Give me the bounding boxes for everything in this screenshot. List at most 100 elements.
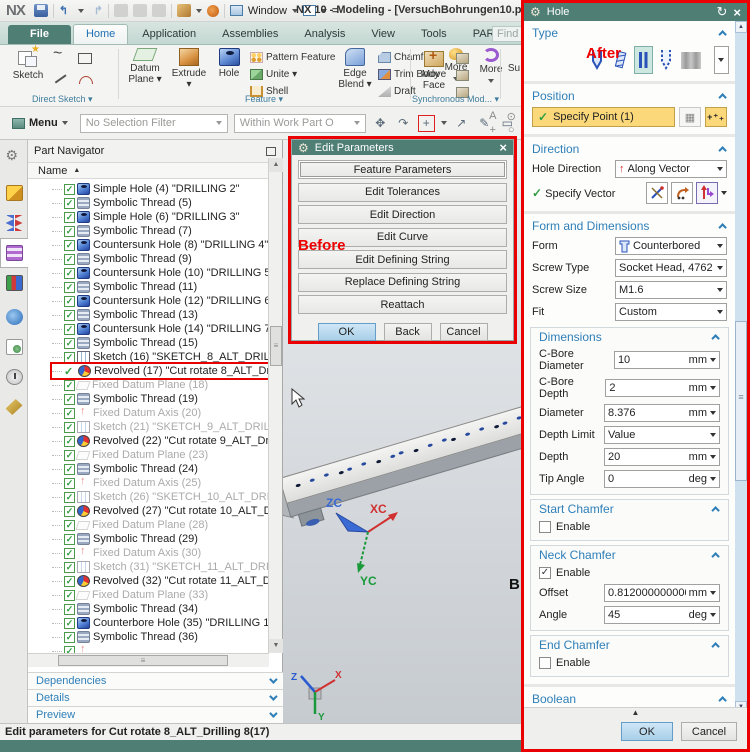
tree-item[interactable]: ✓ Countersunk Hole (14) "DRILLING 7"	[52, 322, 269, 336]
checkbox[interactable]: ✓	[64, 253, 75, 265]
checkbox[interactable]: ✓	[64, 547, 75, 559]
start-chamfer-enable[interactable]: Enable	[531, 518, 728, 536]
checkbox[interactable]: ✓	[64, 295, 75, 307]
scroll-thumb[interactable]: ≡	[270, 326, 282, 366]
hole-direction-dropdown[interactable]: ↑ Along Vector	[615, 160, 727, 178]
point-dialog-button[interactable]: +⁺₊	[705, 107, 727, 127]
checkbox[interactable]: ✓	[64, 407, 75, 419]
snap-copy-icon[interactable]: ↷	[395, 115, 412, 132]
unite-button[interactable]: Unite ▾	[250, 66, 335, 83]
checkbox[interactable]: ✓	[539, 567, 551, 579]
scroll-down-icon[interactable]: ▼	[269, 639, 283, 653]
edit-direction-button[interactable]: Edit Direction	[298, 205, 507, 224]
vector-dialog-icon[interactable]	[671, 182, 693, 204]
edit-tolerances-button[interactable]: Edit Tolerances	[298, 182, 507, 202]
cut-icon[interactable]	[113, 4, 128, 17]
sync-more-button[interactable]: More	[474, 48, 508, 86]
tree-item[interactable]: ✓ Countersunk Hole (10) "DRILLING 5"	[52, 266, 269, 280]
tree-item[interactable]: ✓ Symbolic Thread (19)	[52, 392, 198, 406]
type-more-dropdown[interactable]	[713, 46, 729, 74]
checkbox[interactable]: ✓	[64, 477, 75, 489]
reverse-direction-icon[interactable]	[696, 182, 718, 204]
tab-analysis[interactable]: Analysis	[292, 25, 357, 44]
checkbox[interactable]: ✓	[64, 505, 75, 517]
screw-type-dropdown[interactable]: Socket Head, 4762	[615, 259, 727, 277]
view-orient-icon[interactable]	[176, 4, 191, 17]
edge-blend-button[interactable]: Edge Blend ▾	[336, 48, 374, 90]
tree-column-header[interactable]: Name ▲	[28, 162, 282, 179]
tree-item[interactable]: ✓ Simple Hole (6) "DRILLING 3"	[52, 210, 240, 224]
part-navigator-button[interactable]	[0, 238, 28, 268]
feature-parameters-button[interactable]: Feature Parameters	[298, 160, 507, 179]
scroll-up-icon[interactable]: ▲	[269, 158, 283, 172]
depth-field[interactable]: 20 mm	[604, 448, 720, 466]
checkbox[interactable]: ✓	[64, 645, 75, 653]
tree-item[interactable]: ✓	[52, 643, 93, 653]
fit-dropdown[interactable]: Custom	[615, 303, 727, 321]
checkbox[interactable]: ✓	[64, 393, 75, 405]
end-chamfer-header[interactable]: End Chamfer	[531, 636, 728, 654]
diameter-field[interactable]: 8.376 mm	[604, 404, 720, 422]
undo-icon[interactable]: ↰	[59, 4, 73, 17]
scroll-down-icon[interactable]: ▼	[735, 701, 747, 707]
redo-icon[interactable]: ↰	[89, 4, 103, 17]
system-clock-button[interactable]	[0, 362, 28, 392]
select-arrow-icon[interactable]: ↗	[453, 115, 470, 132]
spline-icon[interactable]	[52, 45, 68, 65]
tab-file[interactable]: File	[8, 25, 71, 44]
tree-item[interactable]: ✓ Fixed Datum Plane (28)	[52, 518, 208, 532]
checkbox[interactable]: ✓	[64, 533, 75, 545]
tree-item[interactable]: ✓ Fixed Datum Axis (20)	[52, 405, 201, 420]
tree-item[interactable]: ✓ Simple Hole (4) "DRILLING 2"	[52, 182, 240, 196]
copy-icon[interactable]	[132, 4, 147, 17]
tree-item[interactable]: ✓ Fixed Datum Axis (30)	[52, 545, 201, 560]
checkbox[interactable]: ✓	[64, 351, 75, 363]
extrude-button[interactable]: Extrude ▾	[168, 48, 210, 90]
replace-defining-string-button[interactable]: Replace Defining String	[298, 272, 507, 292]
collapse-dialog-icon[interactable]: ▲	[524, 708, 747, 718]
checkbox[interactable]: ✓	[64, 211, 75, 223]
end-chamfer-enable[interactable]: Enable	[531, 654, 728, 672]
checkbox[interactable]: ✓	[64, 323, 75, 335]
tree-item[interactable]: ✓ Counterbore Hole (35) "DRILLING 12"	[52, 616, 269, 630]
selection-filter-dropdown[interactable]: No Selection Filter	[79, 113, 228, 133]
c-bore-diameter-field[interactable]: 10 mm	[613, 351, 720, 369]
tab-home[interactable]: Home	[72, 24, 129, 44]
type-threaded-hole-icon[interactable]	[657, 46, 676, 74]
group-label-synchronous[interactable]: Synchronous Mod... ▾	[412, 94, 499, 105]
tree-item[interactable]: ✓ Symbolic Thread (15)	[52, 336, 198, 350]
checkbox[interactable]: ✓	[64, 449, 75, 461]
vector-dropdown-icon[interactable]	[721, 191, 727, 195]
tree-vertical-scrollbar[interactable]: ▲ ≡ ▼	[268, 158, 283, 653]
tree-item[interactable]: ✓ Symbolic Thread (36)	[52, 630, 198, 644]
checkbox[interactable]: ✓	[64, 421, 75, 433]
cancel-button[interactable]: Cancel	[439, 322, 488, 341]
tree-item[interactable]: ✓ Symbolic Thread (29)	[52, 532, 198, 546]
start-chamfer-header[interactable]: Start Chamfer	[531, 500, 728, 518]
window-menu[interactable]: Window	[248, 5, 287, 17]
sketch-button[interactable]: Sketch	[8, 44, 48, 81]
checkbox[interactable]: ✓	[64, 575, 75, 587]
angle-field[interactable]: 45 deg	[604, 606, 720, 624]
back-button[interactable]: Back	[383, 322, 432, 341]
group-label-feature[interactable]: Feature ▾	[245, 94, 283, 105]
sketch-section-button[interactable]: ▦	[679, 107, 701, 127]
paste-icon[interactable]	[151, 4, 166, 17]
checkbox[interactable]	[539, 657, 551, 669]
type-hole-series-icon[interactable]	[680, 46, 702, 74]
tab-assemblies[interactable]: Assemblies	[210, 25, 290, 44]
checkbox[interactable]: ✓	[64, 589, 75, 601]
hole-button[interactable]: Hole	[212, 48, 246, 79]
reuse-library-button[interactable]	[0, 268, 28, 298]
boolean-header[interactable]: Boolean	[524, 690, 735, 707]
reset-icon[interactable]: ↻	[717, 4, 728, 20]
specify-point-field[interactable]: ✓ Specify Point (1)	[532, 107, 675, 127]
tree-item[interactable]: ✓ Revolved (27) "Cut rotate 10_ALT_Drilli…	[52, 504, 269, 518]
form-dropdown[interactable]: Counterbored	[615, 237, 727, 255]
position-header[interactable]: Position	[524, 87, 735, 105]
ok-button[interactable]: OK	[621, 722, 673, 741]
checkbox[interactable]: ✓	[64, 281, 75, 293]
sort-ascending-icon[interactable]: ▲	[73, 167, 80, 174]
plus-snap-icon[interactable]: +	[484, 124, 502, 136]
datum-plane-button[interactable]: Datum Plane ▾	[124, 48, 166, 85]
